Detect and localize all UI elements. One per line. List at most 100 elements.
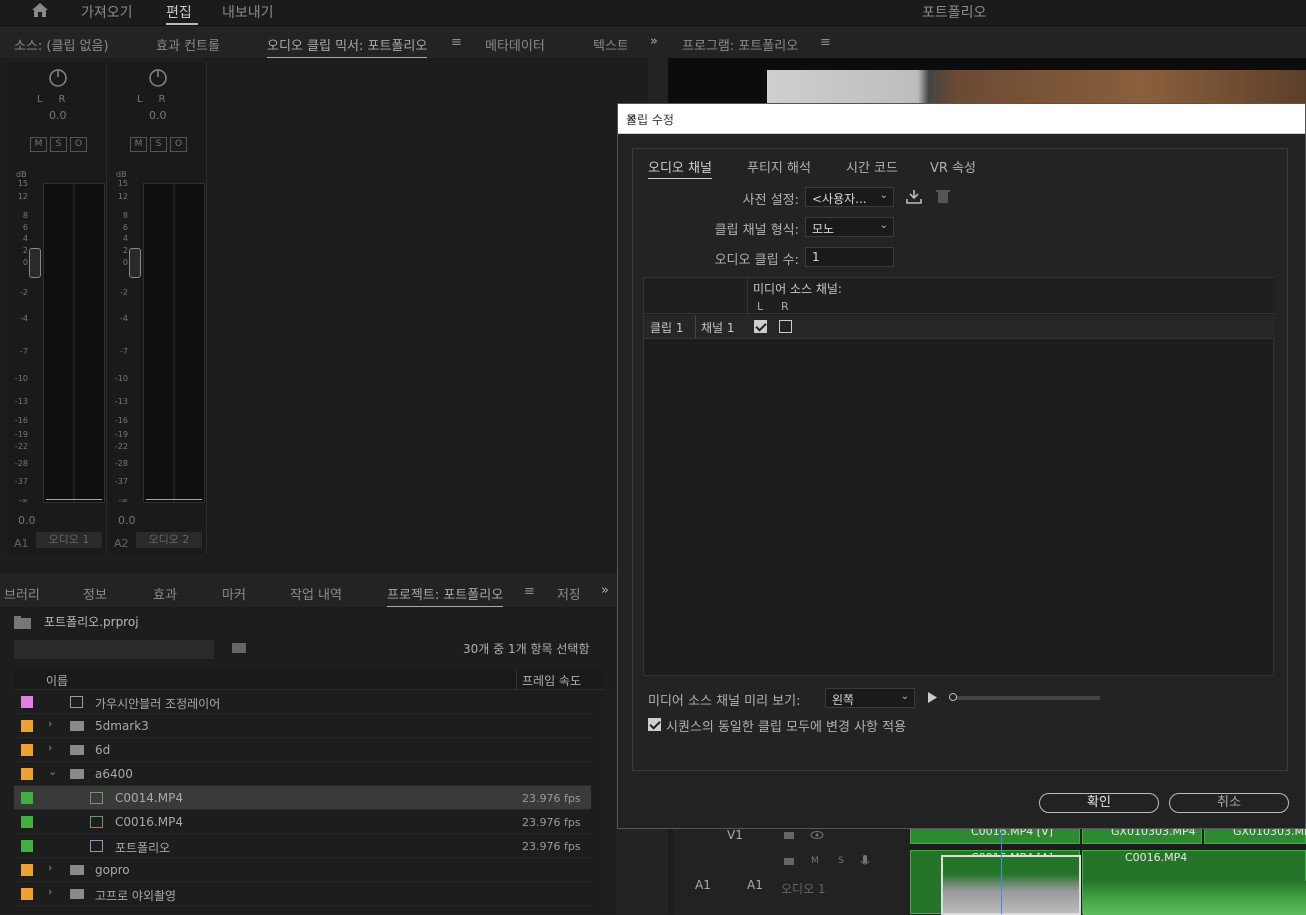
track-v1-label[interactable]: V1 [727,828,743,842]
audio-clip[interactable]: C0016.MP4 [1082,850,1306,915]
project-item[interactable]: 가우시안블러 조정레이어 [14,690,591,714]
project-item[interactable]: 포트폴리오 23.976 fps [14,834,591,858]
preview-scrubber[interactable] [950,696,1100,700]
save-preset-icon[interactable] [906,189,922,204]
home-icon[interactable] [31,2,49,18]
left-channel-checkbox[interactable] [754,320,767,333]
tab-markers[interactable]: 마커 [222,584,246,603]
right-channel-checkbox[interactable] [779,320,792,333]
volume-fader[interactable] [29,248,41,278]
project-item[interactable]: C0016.MP4 23.976 fps [14,810,591,834]
item-name: 5dmark3 [95,719,149,733]
label-color-swatch[interactable] [21,720,33,732]
nav-import[interactable]: 가져오기 [81,2,133,22]
tab-audio-clip-mixer[interactable]: 오디오 클립 믹서: 포트폴리오 [267,35,428,58]
db-scale-tick: 2 [22,246,28,255]
project-item[interactable]: › 6d [14,738,591,762]
tab-project[interactable]: 프로젝트: 포트폴리오 [387,584,504,607]
solo-button[interactable]: S [50,137,67,152]
tab-save[interactable]: 저장 [557,584,579,603]
clip-count-input[interactable]: 1 [805,247,894,267]
overflow-chevron-icon[interactable]: » [601,583,609,598]
label-color-swatch[interactable] [21,744,33,756]
delete-preset-icon[interactable] [936,189,950,204]
label-color-swatch[interactable] [21,696,33,708]
mute-button[interactable]: M [30,137,47,152]
apply-all-checkbox[interactable] [648,718,661,731]
db-scale-tick: -2 [120,288,128,297]
tab-source[interactable]: 소스: (클립 없음) [14,35,109,54]
channel-name[interactable]: 오디오 1 [36,532,102,548]
tab-library[interactable]: 브러리 [4,584,40,603]
output-button[interactable]: O [70,137,87,152]
label-color-swatch[interactable] [21,816,33,828]
tab-program[interactable]: 프로그램: 포트폴리오 [682,35,798,54]
channel-format-dropdown[interactable]: 모노 ⌄ [805,217,894,237]
channel-name[interactable]: 오디오 2 [136,532,202,548]
play-icon[interactable] [927,692,937,703]
expand-chevron-icon[interactable]: › [48,717,52,730]
microphone-icon[interactable] [860,855,870,868]
tab-effect-controls[interactable]: 효과 컨트롤 [156,35,220,54]
tab-info[interactable]: 정보 [83,584,107,603]
project-menu-icon[interactable]: ≡ [524,584,535,599]
solo-track-button[interactable]: S [838,856,844,866]
audio-clip[interactable]: C0016.MP4 [A] [910,850,1081,915]
mute-button[interactable]: M [130,137,147,152]
track-a1-label[interactable]: A1 [747,878,763,892]
ok-button[interactable]: 확인 [1039,793,1159,813]
db-scale-tick: -37 [14,477,28,486]
mute-track-button[interactable]: M [811,856,819,866]
program-menu-icon[interactable]: ≡ [820,35,831,50]
scrollbar[interactable] [603,690,613,910]
label-color-swatch[interactable] [21,840,33,852]
label-color-swatch[interactable] [21,792,33,804]
pan-knob-icon[interactable] [48,68,68,88]
nav-export[interactable]: 내보내기 [222,2,274,22]
tab-text[interactable]: 텍스트 [593,35,627,54]
nav-edit[interactable]: 편집 [166,2,192,22]
label-color-swatch[interactable] [21,864,33,876]
new-bin-icon[interactable] [232,642,246,654]
playhead[interactable] [1001,828,1002,914]
expand-chevron-icon[interactable]: ⌄ [48,765,57,778]
sync-lock-icon[interactable] [783,856,795,866]
sync-lock-icon[interactable] [783,830,795,840]
output-button[interactable]: O [170,137,187,152]
eye-icon[interactable] [810,830,824,840]
tab-effects[interactable]: 효과 [153,584,177,603]
tab-audio-channels[interactable]: 오디오 채널 [648,157,712,179]
col-fps[interactable]: 프레임 속도 [522,672,598,689]
label-color-swatch[interactable] [21,888,33,900]
tab-metadata[interactable]: 메타데이터 [485,35,545,54]
volume-fader[interactable] [129,248,141,278]
project-item[interactable]: C0014.MP4 23.976 fps [14,786,591,810]
cancel-button[interactable]: 취소 [1169,793,1289,813]
tab-timecode[interactable]: 시간 코드 [846,157,898,176]
folder-icon [70,769,84,779]
tab-menu-icon[interactable]: ≡ [451,35,462,50]
preset-dropdown[interactable]: <사용자... ⌄ [805,187,894,207]
tab-history[interactable]: 작업 내역 [290,584,342,603]
expand-chevron-icon[interactable]: › [48,885,52,898]
col-name[interactable]: 이름 [46,672,68,689]
chevron-down-icon: ⌄ [879,220,888,231]
scrubber-handle[interactable] [949,693,957,701]
project-item[interactable]: › gopro [14,858,591,882]
close-icon[interactable]: × [626,111,1297,125]
pan-knob-icon[interactable] [148,68,168,88]
track-a1-src[interactable]: A1 [695,878,711,892]
tab-vr-properties[interactable]: VR 속성 [930,157,976,176]
project-item[interactable]: ⌄ a6400 [14,762,591,786]
tab-footage-interpretation[interactable]: 푸티지 해석 [747,157,811,176]
db-scale-tick: 6 [22,223,28,232]
project-item[interactable]: › 5dmark3 [14,714,591,738]
expand-chevron-icon[interactable]: › [48,741,52,754]
preview-channel-dropdown[interactable]: 왼쪽 ⌄ [825,688,915,708]
project-item[interactable]: › 고프로 야외촬영 [14,882,591,906]
label-color-swatch[interactable] [21,768,33,780]
search-input[interactable] [14,640,214,659]
solo-button[interactable]: S [150,137,167,152]
overflow-chevron-icon[interactable]: » [650,34,658,49]
expand-chevron-icon[interactable]: › [48,861,52,874]
